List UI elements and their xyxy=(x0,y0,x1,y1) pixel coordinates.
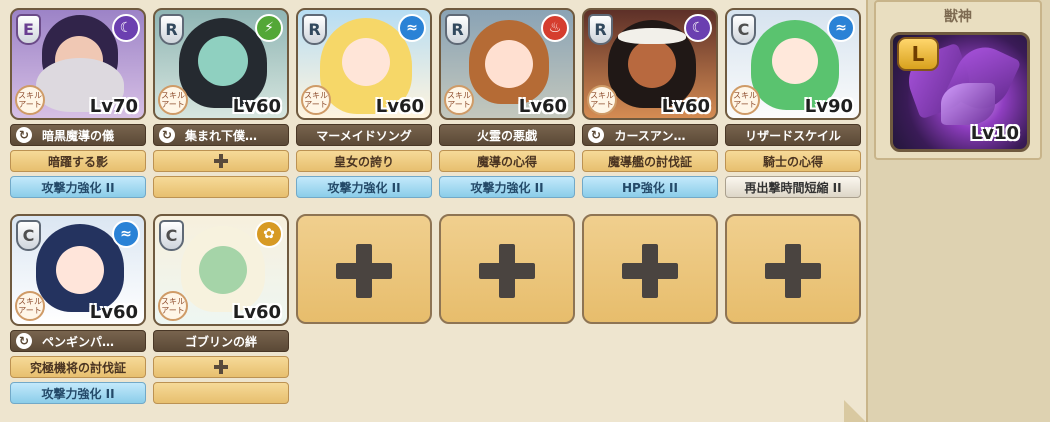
refresh-icon: ↻ xyxy=(16,127,32,143)
beast-panel[interactable]: 獣神 L Lv10 xyxy=(874,0,1042,160)
unit-slot-1[interactable]: E ☾ スキル アート Lv70 ↻ 暗黒魔導の儀 暗躍する影 攻撃力強化 II xyxy=(10,8,146,198)
skill-art-badge: スキル アート xyxy=(15,85,45,115)
add-equipment-button[interactable] xyxy=(153,356,289,378)
wind-element-icon: ⚡ xyxy=(255,14,283,42)
plus-icon xyxy=(336,244,392,298)
earth-element-icon: ✿ xyxy=(255,220,283,248)
unit-portrait[interactable]: C ≈ スキル アート Lv60 xyxy=(10,214,146,326)
plus-icon xyxy=(214,360,228,374)
water-element-icon: ≈ xyxy=(112,220,140,248)
unit-slot-5[interactable]: R ☾ スキル アート Lv60 ↻ カースアン… 魔導艦の討伐証 HP強化 II xyxy=(582,8,718,198)
beast-portrait[interactable]: L Lv10 xyxy=(890,32,1030,152)
equipment-label[interactable]: 暗躍する影 xyxy=(10,150,146,172)
water-element-icon: ≈ xyxy=(827,14,855,42)
unit-level: Lv60 xyxy=(661,96,710,117)
empty-unit-slot-3[interactable] xyxy=(582,214,718,324)
unit-portrait[interactable]: R ♨ スキル アート Lv60 xyxy=(439,8,575,120)
unit-name[interactable]: マーメイドソング xyxy=(296,124,432,146)
unit-level: Lv70 xyxy=(89,96,138,117)
plus-icon xyxy=(214,154,228,168)
rarity-badge: C xyxy=(16,220,41,251)
rarity-badge: R xyxy=(159,14,184,45)
refresh-icon: ↻ xyxy=(588,127,604,143)
unit-portrait[interactable]: E ☾ スキル アート Lv70 xyxy=(10,8,146,120)
unit-name[interactable]: リザードスケイル xyxy=(725,124,861,146)
add-skill-button[interactable] xyxy=(153,176,289,198)
unit-name[interactable]: 火霊の悪戯 xyxy=(439,124,575,146)
beast-level: Lv10 xyxy=(970,123,1019,144)
rarity-badge: R xyxy=(302,14,327,45)
rarity-badge: C xyxy=(731,14,756,45)
rarity-badge: R xyxy=(588,14,613,45)
unit-level: Lv60 xyxy=(232,96,281,117)
equipment-label[interactable]: 魔導艦の討伐証 xyxy=(582,150,718,172)
skill-art-badge: スキル アート xyxy=(444,85,474,115)
beast-title: 獣神 xyxy=(944,9,972,25)
unit-portrait[interactable]: R ☾ スキル アート Lv60 xyxy=(582,8,718,120)
party-panel: E ☾ スキル アート Lv70 ↻ 暗黒魔導の儀 暗躍する影 攻撃力強化 II R… xyxy=(0,0,868,422)
unit-level: Lv60 xyxy=(89,302,138,323)
skill-art-badge: スキル アート xyxy=(15,291,45,321)
rarity-badge: C xyxy=(159,220,184,251)
unit-slot-2[interactable]: R ⚡ スキル アート Lv60 ↻ 集まれ下僕… xyxy=(153,8,289,198)
plus-icon xyxy=(214,180,228,194)
unit-name[interactable]: ↻ カースアン… xyxy=(582,124,718,146)
unit-slot-8[interactable]: C ✿ スキル アート Lv60 ゴブリンの絆 xyxy=(153,214,289,404)
add-equipment-button[interactable] xyxy=(153,150,289,172)
equipment-label[interactable]: 皇女の誇り xyxy=(296,150,432,172)
unit-name[interactable]: ↻ ペンギンパ… xyxy=(10,330,146,352)
plus-icon xyxy=(622,244,678,298)
beast-rank-badge: L xyxy=(897,37,939,71)
unit-portrait[interactable]: R ≈ スキル アート Lv60 xyxy=(296,8,432,120)
equipment-label[interactable]: 究極機将の討伐証 xyxy=(10,356,146,378)
refresh-icon: ↻ xyxy=(16,333,32,349)
unit-name[interactable]: ↻ 暗黒魔導の儀 xyxy=(10,124,146,146)
skill-art-badge: スキル アート xyxy=(730,85,760,115)
rarity-badge: E xyxy=(16,14,41,45)
unit-slot-3[interactable]: R ≈ スキル アート Lv60 マーメイドソング 皇女の誇り 攻撃力強化 II xyxy=(296,8,432,198)
unit-level: Lv60 xyxy=(375,96,424,117)
unit-portrait[interactable]: C ✿ スキル アート Lv60 xyxy=(153,214,289,326)
plus-icon xyxy=(214,386,228,400)
skill-art-badge: スキル アート xyxy=(158,291,188,321)
dark-element-icon: ☾ xyxy=(112,14,140,42)
skill-art-badge: スキル アート xyxy=(301,85,331,115)
empty-unit-slot-1[interactable] xyxy=(296,214,432,324)
skill-label[interactable]: 攻撃力強化 II xyxy=(296,176,432,198)
dark-element-icon: ☾ xyxy=(684,14,712,42)
plus-icon xyxy=(765,244,821,298)
refresh-icon: ↻ xyxy=(159,127,175,143)
rarity-badge: R xyxy=(445,14,470,45)
skill-art-badge: スキル アート xyxy=(158,85,188,115)
unit-name[interactable]: ゴブリンの絆 xyxy=(153,330,289,352)
unit-level: Lv60 xyxy=(232,302,281,323)
unit-level: Lv60 xyxy=(518,96,567,117)
skill-label[interactable]: 攻撃力強化 II xyxy=(10,382,146,404)
unit-slot-6[interactable]: C ≈ スキル アート Lv90 リザードスケイル 騎士の心得 再出撃時間短縮 I… xyxy=(725,8,861,198)
unit-level: Lv90 xyxy=(804,96,853,117)
unit-slot-7[interactable]: C ≈ スキル アート Lv60 ↻ ペンギンパ… 究極機将の討伐証 攻撃力強化 I… xyxy=(10,214,146,404)
water-element-icon: ≈ xyxy=(398,14,426,42)
equipment-label[interactable]: 魔導の心得 xyxy=(439,150,575,172)
skill-art-badge: スキル アート xyxy=(587,85,617,115)
equipment-label[interactable]: 騎士の心得 xyxy=(725,150,861,172)
empty-unit-slot-2[interactable] xyxy=(439,214,575,324)
add-skill-button[interactable] xyxy=(153,382,289,404)
unit-portrait[interactable]: R ⚡ スキル アート Lv60 xyxy=(153,8,289,120)
plus-icon xyxy=(479,244,535,298)
skill-label[interactable]: 再出撃時間短縮 II xyxy=(725,176,861,198)
unit-name[interactable]: ↻ 集まれ下僕… xyxy=(153,124,289,146)
skill-label[interactable]: 攻撃力強化 II xyxy=(439,176,575,198)
skill-label[interactable]: HP強化 II xyxy=(582,176,718,198)
unit-portrait[interactable]: C ≈ スキル アート Lv90 xyxy=(725,8,861,120)
skill-label[interactable]: 攻撃力強化 II xyxy=(10,176,146,198)
fire-element-icon: ♨ xyxy=(541,14,569,42)
unit-slot-4[interactable]: R ♨ スキル アート Lv60 火霊の悪戯 魔導の心得 攻撃力強化 II xyxy=(439,8,575,198)
empty-unit-slot-4[interactable] xyxy=(725,214,861,324)
